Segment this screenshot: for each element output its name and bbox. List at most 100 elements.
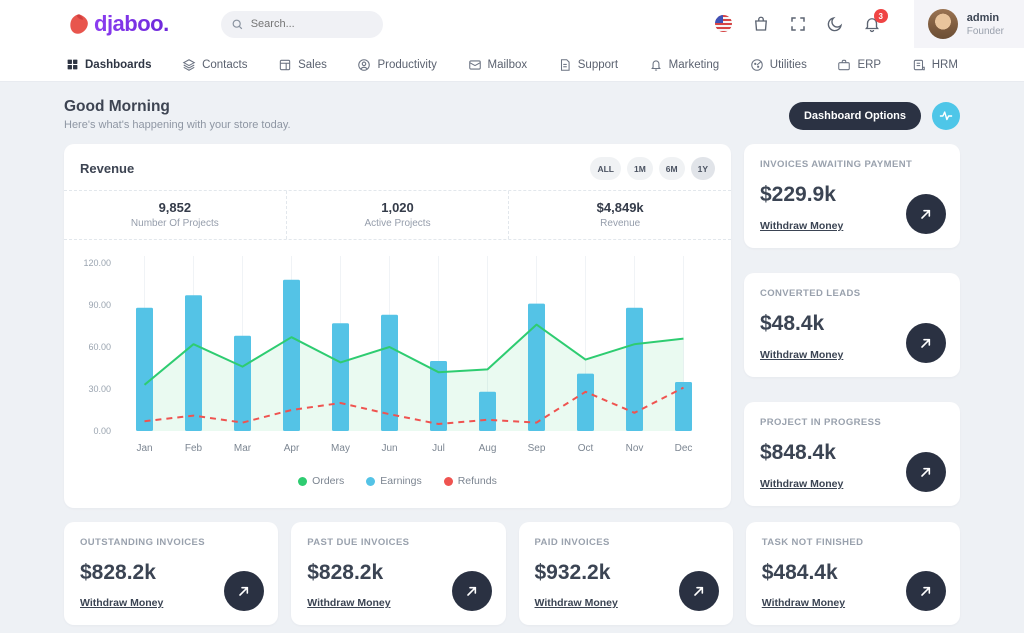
dark-mode-moon-icon[interactable] — [826, 15, 844, 33]
stat-revenue: $4,849k Revenue — [508, 191, 731, 239]
app-logo[interactable]: djaboo. — [66, 11, 169, 37]
x-tick-label: Apr — [284, 443, 300, 454]
y-tick-label: 30.00 — [88, 384, 111, 394]
nav-item-mailbox[interactable]: Mailbox — [468, 58, 528, 72]
user-avatar — [928, 9, 958, 39]
nav-label: ERP — [857, 59, 881, 71]
legend-item-earnings[interactable]: Earnings — [366, 475, 421, 487]
grid-icon — [66, 58, 79, 71]
nav-item-dashboards[interactable]: Dashboards — [66, 58, 151, 71]
nav-label: Dashboards — [85, 59, 151, 71]
open-card-arrow-button[interactable] — [452, 571, 492, 611]
nav-item-erp[interactable]: ERP — [837, 58, 881, 72]
open-card-arrow-button[interactable] — [906, 452, 946, 492]
bar-Mar — [234, 336, 251, 431]
arrow-up-right-icon — [918, 464, 934, 480]
stat-value: $4,849k — [509, 200, 731, 215]
shopping-bag-icon[interactable] — [752, 15, 770, 33]
x-tick-label: May — [331, 443, 350, 454]
fullscreen-icon[interactable] — [789, 15, 807, 33]
range-6m-button[interactable]: 6M — [659, 157, 685, 180]
notifications-bell-icon[interactable]: 3 — [863, 15, 881, 33]
legend-dot — [444, 477, 453, 486]
bar-Sep — [528, 304, 545, 431]
nav-item-utilities[interactable]: Utilities — [750, 58, 807, 72]
nav-item-support[interactable]: Support — [558, 58, 618, 72]
bar-Jan — [136, 308, 153, 431]
logo-berry-icon — [66, 11, 92, 37]
bell-outline-icon — [649, 58, 663, 72]
user-role: Founder — [967, 26, 1004, 37]
withdraw-money-link[interactable]: Withdraw Money — [307, 597, 390, 609]
x-tick-label: Oct — [578, 443, 594, 454]
x-tick-label: Jul — [432, 443, 445, 454]
range-all-button[interactable]: ALL — [590, 157, 621, 180]
dashboard-options-button[interactable]: Dashboard Options — [789, 102, 921, 130]
revenue-card: Revenue ALL 1M 6M 1Y 9,852 Number Of Pro… — [64, 144, 731, 508]
bottom-card-row: OUTSTANDING INVOICES $828.2k Withdraw Mo… — [64, 522, 960, 625]
nav-item-productivity[interactable]: Productivity — [357, 58, 436, 72]
nav-label: Support — [578, 59, 618, 71]
x-tick-label: Mar — [234, 443, 252, 454]
card-title: PAID INVOICES — [535, 537, 717, 548]
bar-Dec — [675, 382, 692, 431]
bar-Aug — [479, 392, 496, 431]
nav-item-hrm[interactable]: HRM — [912, 58, 958, 72]
nav-item-sales[interactable]: Sales — [278, 58, 327, 72]
user-menu[interactable]: admin Founder — [914, 0, 1024, 48]
user-name: admin — [967, 11, 1004, 25]
open-card-arrow-button[interactable] — [906, 323, 946, 363]
withdraw-money-link[interactable]: Withdraw Money — [760, 349, 843, 361]
search-bar[interactable] — [221, 11, 383, 38]
nav-label: HRM — [932, 59, 958, 71]
outstanding-invoices-card: OUTSTANDING INVOICES $828.2k Withdraw Mo… — [64, 522, 278, 625]
palette-icon — [750, 58, 764, 72]
y-tick-label: 90.00 — [88, 300, 111, 310]
revenue-card-title: Revenue — [80, 161, 134, 176]
logo-text: djaboo. — [94, 11, 169, 37]
card-title: INVOICES AWAITING PAYMENT — [760, 159, 944, 170]
user-circle-icon — [357, 58, 371, 72]
stat-number-of-projects: 9,852 Number Of Projects — [64, 191, 286, 239]
layers-icon — [182, 58, 196, 72]
open-card-arrow-button[interactable] — [679, 571, 719, 611]
invoices-awaiting-payment-card: INVOICES AWAITING PAYMENT $229.9k Withdr… — [744, 144, 960, 248]
open-card-arrow-button[interactable] — [224, 571, 264, 611]
nav-item-marketing[interactable]: Marketing — [649, 58, 720, 72]
top-header: djaboo. 3 — [0, 0, 1024, 48]
open-card-arrow-button[interactable] — [906, 571, 946, 611]
orders-area — [145, 325, 684, 431]
task-not-finished-card: TASK NOT FINISHED $484.4k Withdraw Money — [746, 522, 960, 625]
withdraw-money-link[interactable]: Withdraw Money — [762, 597, 845, 609]
mail-icon — [468, 58, 482, 72]
range-1y-button[interactable]: 1Y — [691, 157, 715, 180]
language-flag-icon[interactable] — [715, 15, 733, 33]
range-1m-button[interactable]: 1M — [627, 157, 653, 180]
main-navigation: Dashboards Contacts Sales Productivity M… — [0, 48, 1024, 82]
past-due-invoices-card: PAST DUE INVOICES $828.2k Withdraw Money — [291, 522, 505, 625]
activity-pulse-button[interactable] — [932, 102, 960, 130]
nav-label: Utilities — [770, 59, 807, 71]
x-tick-label: Sep — [528, 443, 546, 454]
report-icon — [912, 58, 926, 72]
withdraw-money-link[interactable]: Withdraw Money — [80, 597, 163, 609]
nav-label: Productivity — [377, 59, 436, 71]
x-tick-label: Feb — [185, 443, 203, 454]
legend-item-orders[interactable]: Orders — [298, 475, 344, 487]
open-card-arrow-button[interactable] — [906, 194, 946, 234]
revenue-chart: 0.0030.0060.0090.00120.00JanFebMarAprMay… — [64, 240, 731, 473]
chart-legend: Orders Earnings Refunds — [64, 473, 731, 487]
legend-label: Orders — [312, 475, 344, 487]
stat-label: Active Projects — [287, 218, 509, 229]
search-input[interactable] — [251, 18, 361, 30]
stat-value: 1,020 — [287, 200, 509, 215]
arrow-up-right-icon — [236, 583, 252, 599]
arrow-up-right-icon — [918, 206, 934, 222]
nav-item-contacts[interactable]: Contacts — [182, 58, 247, 72]
withdraw-money-link[interactable]: Withdraw Money — [535, 597, 618, 609]
legend-item-refunds[interactable]: Refunds — [444, 475, 497, 487]
legend-label: Refunds — [458, 475, 497, 487]
withdraw-money-link[interactable]: Withdraw Money — [760, 478, 843, 490]
withdraw-money-link[interactable]: Withdraw Money — [760, 220, 843, 232]
table-icon — [278, 58, 292, 72]
